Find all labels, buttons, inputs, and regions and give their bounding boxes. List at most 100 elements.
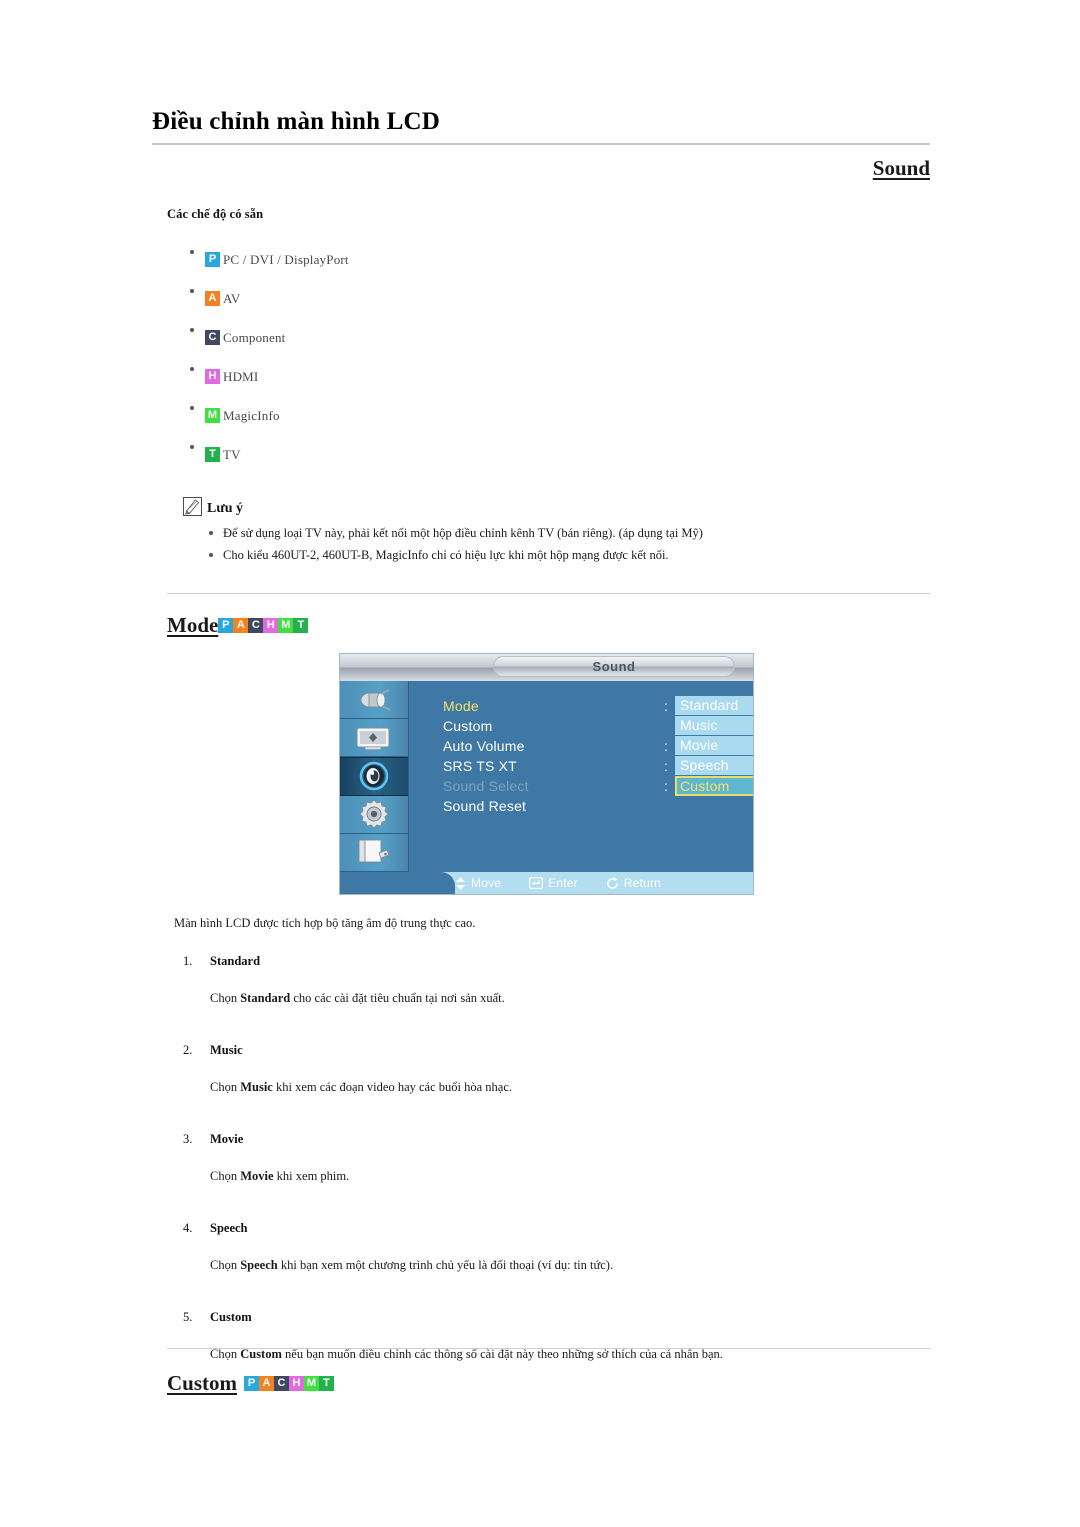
mode-item-index: 2. [183,1043,193,1057]
osd-option[interactable]: Music [675,716,753,736]
osd-option-selected[interactable]: Custom [675,776,753,796]
osd-menu-row[interactable]: Sound Select [443,776,529,796]
osd-colon-column: :::::: [663,696,669,816]
osd-screenshot: Sound Mode Custom Auto Volume SRS TS XT … [339,653,754,895]
osd-sidebar-item-input-source[interactable] [340,681,408,720]
badge-c-icon: C [205,330,220,345]
osd-menu-row[interactable]: Sound Reset [443,796,529,816]
osd-menu-row[interactable]: SRS TS XT [443,756,529,776]
osd-option-list: Standard Music Movie Speech Custom [675,696,753,796]
mode-item-head: 5. Custom [183,1306,923,1328]
badge-t-icon: T [205,447,220,462]
mode-desc-prefix: Chọn [210,1347,241,1361]
mode-items-list: 1. Standard Chọn Standard cho các cài đặt … [183,950,923,1395]
mode-desc-keyword: Movie [240,1169,274,1183]
return-arrow-icon [606,876,619,890]
mode-desc-prefix: Chọn [210,1169,241,1183]
osd-footer-label: Move [471,876,502,890]
mode-item-description: Chọn Music khi xem các đoạn video hay cá… [210,1076,923,1098]
mode-item-head: 1. Standard [183,950,923,972]
note-title-row: Lưu ý [183,497,933,516]
available-mode-item: A AV [190,279,349,318]
mode-heading: Mode PACHMT [167,613,309,638]
osd-menu-row[interactable]: Auto Volume [443,736,529,756]
available-mode-label: TV [223,446,241,462]
osd-titlebar: Sound [340,654,753,681]
osd-sidebar-item-picture[interactable] [340,719,408,758]
osd-sidebar-item-setup[interactable] [340,796,408,834]
mode-item: 5. Custom Chọn Custom nếu bạn muốn điều ch… [183,1306,923,1365]
osd-option[interactable]: Standard [675,696,753,716]
custom-heading-badges: PACHMT [244,1376,335,1391]
available-modes-list: P PC / DVI / DisplayPort A AV C Component H HDM… [183,240,349,474]
available-mode-item: C Component [190,318,349,357]
note-items-list: Để sử dụng loại TV này, phải kết nối một… [183,522,933,566]
osd-footer: Move Enter Return [340,872,753,894]
mode-item-index: 3. [183,1132,193,1146]
badge-c-icon: C [274,1376,290,1391]
divider-above-custom [167,1348,930,1349]
picture-icon [356,727,390,750]
setup-gear-icon [359,799,389,829]
mode-desc-keyword: Speech [240,1258,278,1272]
osd-footer-item[interactable]: Enter [529,876,578,890]
mode-desc-prefix: Chọn [210,1258,241,1272]
badge-p-icon: P [218,618,234,633]
note-item: Cho kiểu 460UT-2, 460UT-B, MagicInfo chỉ… [209,544,933,566]
osd-menu-colon: : [663,796,669,816]
mode-item-index: 5. [183,1310,193,1324]
mode-desc-suffix: cho các cài đặt tiêu chuẩn tại nơi sản x… [290,991,505,1005]
badge-m-icon: M [304,1376,320,1391]
osd-option[interactable]: Speech [675,756,753,776]
input-source-icon [360,688,391,711]
osd-title-pill: Sound [493,656,735,677]
badge-a-icon: A [233,618,249,633]
osd-body: Mode Custom Auto Volume SRS TS XT Sound Sele… [410,681,753,872]
mode-item-description: Chọn Speech khi bạn xem một chương trình… [210,1254,923,1276]
osd-option[interactable]: Movie [675,736,753,756]
header-rule [152,142,930,145]
custom-heading-text: Custom [167,1371,238,1395]
mode-item-name: Movie [210,1132,244,1146]
mode-desc-prefix: Chọn [210,991,241,1005]
osd-footer-label: Return [623,876,662,890]
badge-h-icon: H [289,1376,305,1391]
mode-item: 3. Movie Chọn Movie khi xem phim. [183,1128,923,1187]
osd-sidebar-item-multi-control[interactable] [340,834,408,872]
mode-desc-keyword: Standard [240,991,291,1005]
osd-menu-colon: : [664,758,668,774]
mode-item-name: Speech [210,1221,248,1235]
mode-item: 4. Speech Chọn Speech khi bạn xem một chươ… [183,1217,923,1276]
mode-item-index: 4. [183,1221,193,1235]
osd-menu-colon: : [664,698,668,714]
enter-key-icon [529,877,544,889]
custom-heading: Custom PACHMT [167,1371,335,1396]
divider-above-mode [167,593,930,594]
available-modes-heading: Các chế độ có sẵn [167,207,264,221]
note-block: Lưu ý Để sử dụng loại TV này, phải kết n… [183,497,933,566]
mode-heading-badges: PACHMT [218,618,309,633]
section-title: Sound [872,156,930,180]
mode-item-description: Chọn Standard cho các cài đặt tiêu chuẩn… [210,987,923,1009]
note-pencil-icon [183,497,202,516]
mode-item-description: Chọn Custom nếu bạn muốn điều chỉnh các … [210,1343,923,1365]
osd-title-text: Sound [592,659,636,674]
mode-item-head: 2. Music [183,1039,923,1061]
available-mode-item: M MagicInfo [190,396,349,435]
badge-p-icon: P [244,1376,260,1391]
osd-menu-colon: : [664,778,668,794]
osd-footer-item[interactable]: Return [606,876,661,890]
osd-sidebar-item-sound[interactable] [340,757,408,796]
osd-footer-item[interactable]: Move [455,876,501,890]
available-mode-label: PC / DVI / DisplayPort [223,251,349,267]
available-mode-item: P PC / DVI / DisplayPort [190,240,349,279]
badge-p-icon: P [205,252,220,267]
badge-m-icon: M [205,408,220,423]
available-mode-item: H HDMI [190,357,349,396]
badge-m-icon: M [278,618,294,633]
page-header: Điều chỉnh màn hình LCD [152,108,930,145]
osd-menu-row[interactable]: Mode [443,696,529,716]
mode-item-description: Chọn Movie khi xem phim. [210,1165,923,1187]
osd-menu-row[interactable]: Custom [443,716,529,736]
mode-item-head: 4. Speech [183,1217,923,1239]
